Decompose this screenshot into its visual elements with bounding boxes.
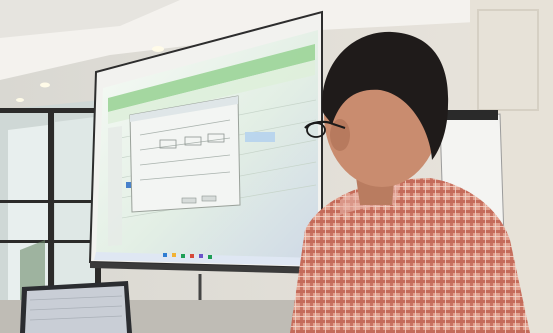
ceiling-light-icon [152, 46, 164, 52]
laptop-icon [20, 281, 132, 333]
scene-svg [0, 0, 553, 333]
ceiling-light-icon [16, 98, 24, 102]
projected-dialog [129, 95, 241, 213]
ceiling-light-icon [40, 82, 50, 88]
photo-scene [0, 0, 553, 333]
